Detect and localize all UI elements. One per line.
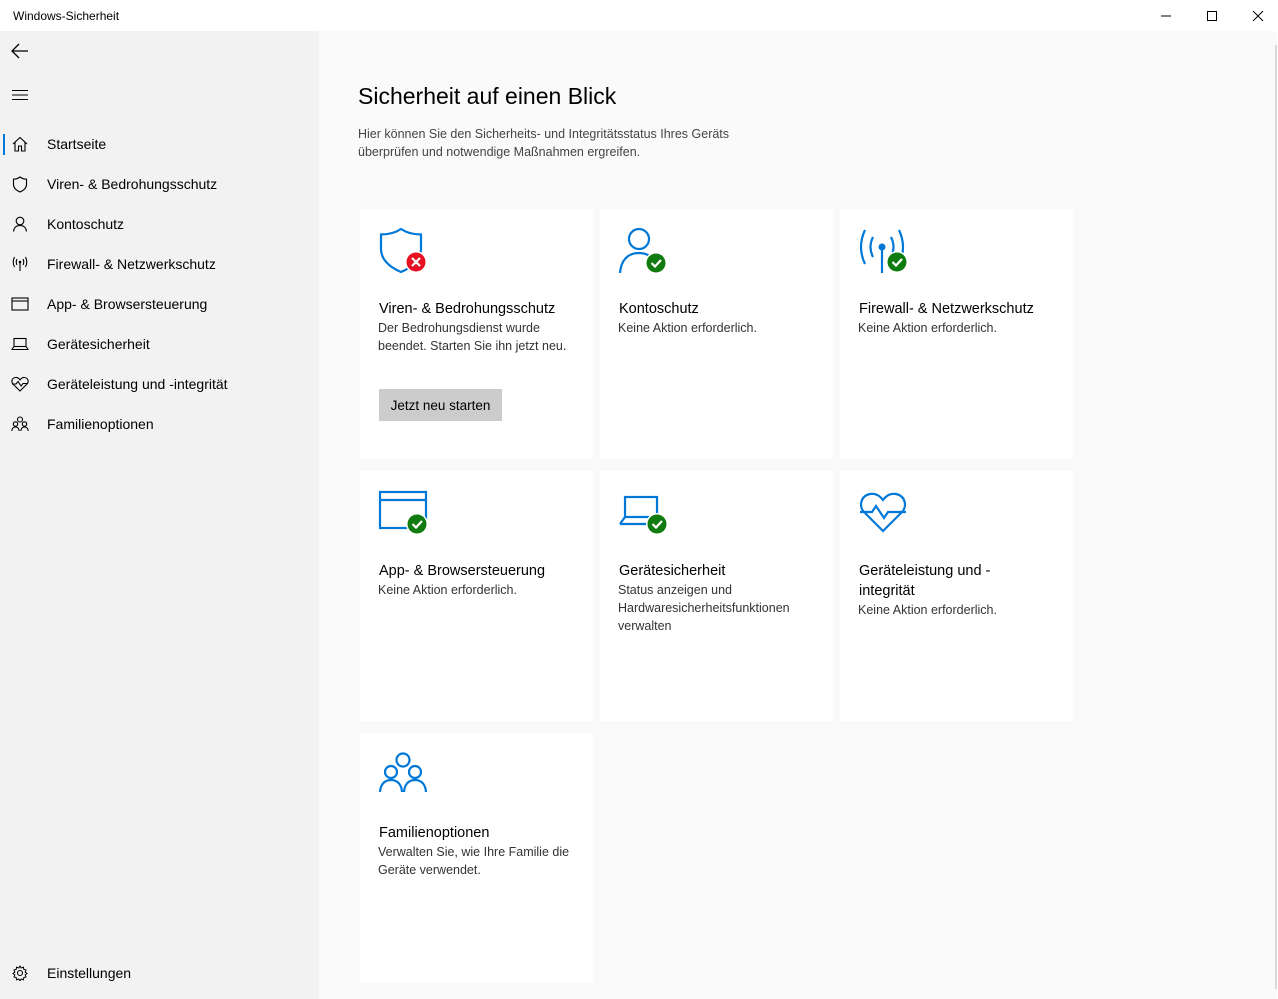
back-arrow-icon: [11, 43, 28, 59]
sidebar-item-label: App- & Browsersteuerung: [47, 296, 208, 312]
sidebar-item-kontoschutz[interactable]: Kontoschutz: [0, 204, 319, 244]
card-kontoschutz[interactable]: Kontoschutz Keine Aktion erforderlich.: [600, 209, 833, 459]
shield-error-icon: [378, 227, 434, 279]
card-title: App- & Browsersteuerung: [379, 563, 546, 579]
sidebar-item-label: Gerätesicherheit: [47, 336, 150, 352]
sidebar-item-label: Firewall- & Netzwerkschutz: [47, 256, 216, 272]
card-description: Status anzeigen und Hardwaresicherheitsf…: [618, 583, 790, 633]
card-description: Keine Aktion erforderlich.: [618, 321, 757, 335]
sidebar-item-label: Geräteleistung und -integrität: [47, 376, 228, 392]
laptop-ok-icon: [618, 489, 674, 541]
sidebar-item-label: Familienoptionen: [47, 416, 154, 432]
gear-icon: [0, 953, 40, 993]
card-description: Keine Aktion erforderlich.: [378, 583, 517, 597]
sidebar-item-virenschutz[interactable]: Viren- & Bedrohungsschutz: [0, 164, 319, 204]
home-icon: [0, 124, 40, 164]
minimize-button[interactable]: [1143, 0, 1189, 31]
card-title: Kontoschutz: [619, 301, 699, 317]
sidebar-item-familienoptionen[interactable]: Familienoptionen: [0, 404, 319, 444]
sidebar-item-label: Kontoschutz: [47, 216, 125, 232]
heart-pulse-icon: [858, 489, 914, 541]
page-description: Hier können Sie den Sicherheits- und Int…: [358, 127, 730, 159]
person-icon: [0, 204, 40, 244]
sidebar-item-geraetesicherheit[interactable]: Gerätesicherheit: [0, 324, 319, 364]
person-ok-icon: [618, 227, 674, 279]
heart-pulse-icon: [0, 364, 40, 404]
sidebar-item-label: Viren- & Bedrohungsschutz: [47, 176, 218, 192]
close-icon: [1252, 10, 1264, 21]
sidebar-item-geraeteleistung[interactable]: Geräteleistung und -integrität: [0, 364, 319, 404]
family-icon: [378, 751, 434, 803]
close-button[interactable]: [1235, 0, 1278, 31]
family-icon: [0, 404, 40, 444]
browser-window-ok-icon: [378, 489, 434, 541]
laptop-icon: [0, 324, 40, 364]
card-description: Keine Aktion erforderlich.: [858, 321, 997, 335]
shield-icon: [0, 164, 40, 204]
card-description: Der Bedrohungsdienst wurde beendet. Star…: [378, 321, 567, 353]
card-title: Firewall- & Netzwerkschutz: [859, 301, 1034, 317]
card-viren-bedrohungsschutz[interactable]: Viren- & Bedrohungsschutz Der Bedrohungs…: [360, 209, 593, 459]
restart-now-button[interactable]: Jetzt neu starten: [379, 389, 502, 421]
main-content: Sicherheit auf einen Blick Hier können S…: [319, 31, 1277, 999]
scrollbar[interactable]: [1275, 45, 1277, 989]
sidebar-item-firewall[interactable]: Firewall- & Netzwerkschutz: [0, 244, 319, 284]
page-title: Sicherheit auf einen Blick: [358, 83, 617, 109]
card-description: Verwalten Sie, wie Ihre Familie die Gerä…: [378, 845, 570, 877]
card-geraeteleistung-integritaet[interactable]: Geräteleistung und -integrität Keine Akt…: [840, 471, 1073, 721]
card-title: Familienoptionen: [379, 825, 490, 841]
window-title: Windows-Sicherheit: [13, 9, 120, 23]
title-bar: Windows-Sicherheit: [0, 0, 1278, 31]
card-firewall-netzwerkschutz[interactable]: Firewall- & Netzwerkschutz Keine Aktion …: [840, 209, 1073, 459]
card-title: Geräteleistung und -integrität: [859, 563, 991, 599]
sidebar: Startseite Viren- & Bedrohungsschutz Kon…: [0, 31, 319, 999]
maximize-icon: [1207, 10, 1217, 21]
antenna-icon: [0, 244, 40, 284]
hamburger-menu-button[interactable]: [0, 75, 40, 115]
card-description: Keine Aktion erforderlich.: [858, 603, 997, 617]
card-familienoptionen[interactable]: Familienoptionen Verwalten Sie, wie Ihre…: [360, 733, 593, 983]
sidebar-item-einstellungen[interactable]: Einstellungen: [0, 953, 319, 993]
minimize-icon: [1161, 15, 1171, 16]
card-geraetesicherheit[interactable]: Gerätesicherheit Status anzeigen und Har…: [600, 471, 833, 721]
antenna-ok-icon: [858, 227, 914, 279]
hamburger-icon: [12, 90, 28, 100]
sidebar-item-label: Einstellungen: [47, 965, 132, 981]
card-title: Viren- & Bedrohungsschutz: [379, 301, 556, 317]
card-title: Gerätesicherheit: [619, 563, 726, 579]
back-button[interactable]: [0, 31, 40, 71]
sidebar-item-app-browser[interactable]: App- & Browsersteuerung: [0, 284, 319, 324]
maximize-button[interactable]: [1189, 0, 1235, 31]
sidebar-item-label: Startseite: [47, 136, 107, 152]
sidebar-item-startseite[interactable]: Startseite: [0, 124, 319, 164]
browser-window-icon: [0, 284, 40, 324]
card-app-browsersteuerung[interactable]: App- & Browsersteuerung Keine Aktion erf…: [360, 471, 593, 721]
